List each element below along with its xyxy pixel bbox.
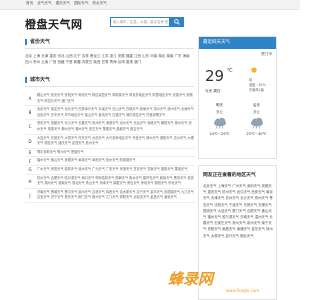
city-row-letter: D	[28, 138, 32, 144]
cloud-icon	[213, 117, 226, 129]
city-row-links[interactable]: 鞍山天气 安庆天气 安阳天气 阿坝天气 阿拉善盟天气 阿勒泰天气 阿克苏地区天气…	[35, 92, 195, 105]
top-nav: 首页 全气天气 重庆天气 国际天气 热点天气	[26, 1, 107, 6]
forecast-day-label: 明天	[215, 103, 224, 107]
today-label: 今天 周日	[205, 89, 221, 93]
city-row-letter: B	[28, 110, 32, 116]
forecast-day: 后天 多云 25℃~30℃	[240, 103, 273, 136]
current-temp: 29	[205, 67, 225, 85]
wind: 东南风2级	[249, 88, 264, 92]
site-logo[interactable]: 橙盘天气网	[25, 16, 83, 32]
city-row-links[interactable]: 鄂尔多斯天气 鄂州天气 恩施天气	[35, 149, 195, 157]
top-nav-international[interactable]: 国际天气	[74, 1, 88, 6]
weather-card: 最近四天天气 厦门市 29 ℃ 晴 湿度：62% 东南风2级 今天 周日 明天 …	[198, 36, 277, 159]
weather-card-title: 最近四天天气	[199, 37, 276, 49]
city-row-links[interactable]: 济南天气 晋城天气 晋中天气 锦州天气 吉林天气 鸡西天气 佳木斯天气 嘉兴天气…	[35, 189, 195, 202]
city-row: A 鞍山天气 安庆天气 安阳天气 阿坝天气 阿拉善盟天气 阿勒泰天气 阿克苏地区天…	[25, 92, 195, 107]
city-row-letter: F	[28, 158, 32, 164]
city-row: F 福州天气 佛山天气 抚顺天气 阜新天气 阜阳天气 抚州天气 防城港天气	[25, 157, 195, 166]
city-row-letter: J	[29, 192, 31, 198]
top-nav-hot[interactable]: 热点天气	[92, 1, 106, 6]
city-row: J 济南天气 晋城天气 晋中天气 锦州天气 吉林天气 鸡西天气 佳木斯天气 嘉兴天…	[25, 189, 195, 203]
city-section-title: 城市天气	[25, 77, 50, 83]
forecast-temp: 25℃~30℃	[246, 132, 267, 136]
sun-icon	[251, 67, 257, 73]
city-row-links[interactable]: 大连天气 东莞天气 大同天气 丹东天气 大庆天气 大兴安岭地区天气 东营天气 德…	[35, 135, 195, 148]
city-row: G 广州天气 贵阳天气 桂林天气 赣州天气 广元天气 广安天气 贵港天气 甘孜天气…	[25, 166, 195, 175]
cloud-icon	[250, 117, 263, 129]
city-row-links[interactable]: 广州天气 贵阳天气 桂林天气 赣州天气 广元天气 广安天气 贵港天气 甘孜天气 …	[35, 166, 195, 174]
city-row-letter: A	[28, 96, 32, 102]
city-row-links[interactable]: 重庆天气 成都天气 长沙天气 长春天气 常州天气 承德天气 沧州天气 长治天气 …	[35, 120, 195, 133]
city-row: D 大连天气 东莞天气 大同天气 丹东天气 大庆天气 大兴安岭地区天气 东营天气 …	[25, 135, 195, 149]
watermark-url: www.fenglu.com	[226, 288, 260, 293]
top-nav-chongqing[interactable]: 重庆天气	[56, 1, 70, 6]
forecast-day-label: 后天	[252, 103, 261, 107]
search-icon	[174, 19, 180, 25]
city-row: C 重庆天气 成都天气 长沙天气 长春天气 常州天气 承德天气 沧州天气 长治天气…	[25, 120, 195, 135]
forecast-temp: 24℃~29℃	[209, 132, 230, 136]
temp-unit: ℃	[227, 68, 233, 74]
divider	[25, 86, 194, 87]
city-row-links[interactable]: 杭州天气 合肥天气 哈尔滨天气 海口天气 呼和浩特天气 邯郸天气 衡水天气 葫芦…	[35, 175, 195, 188]
watermark-logo: 蜂录网	[168, 270, 214, 288]
current-city: 厦门市	[261, 52, 272, 56]
province-section-title: 省份天气	[25, 39, 50, 45]
forecast-day: 明天 多云 24℃~29℃	[203, 103, 236, 136]
forecast-condition: 多云	[216, 110, 223, 114]
top-nav-home[interactable]: 首页	[26, 1, 33, 6]
city-row-links[interactable]: 北京天气 保定天气 包头天气 巴彦淖尔天气 本溪天气 白山天气 白城天气 蚌埠天…	[35, 106, 195, 119]
city-row-links[interactable]: 福州天气 佛山天气 抚顺天气 阜新天气 阜阳天气 抚州天气 防城港天气	[35, 157, 195, 165]
city-row: E 鄂尔多斯天气 鄂州天气 恩施天气	[25, 149, 195, 158]
city-list: A 鞍山天气 安庆天气 安阳天气 阿坝天气 阿拉善盟天气 阿勒泰天气 阿克苏地区天…	[25, 92, 195, 203]
search-input[interactable]: 输入城市、区县、乡镇、景点名称 查天气	[110, 17, 170, 27]
top-nav-weather[interactable]: 全气天气	[37, 1, 51, 6]
popular-areas-list[interactable]: 北京天气 上海天气 广州天气 深圳天气 成都天气 重庆天气 杭州天气 武汉天气 …	[199, 178, 276, 239]
city-row-letter: E	[28, 150, 32, 156]
city-row: H 杭州天气 合肥天气 哈尔滨天气 海口天气 呼和浩特天气 邯郸天气 衡水天气 葫…	[25, 175, 195, 189]
city-row-letter: H	[28, 178, 32, 184]
province-list[interactable]: 北京 上海 天津 重庆 河北 山西 辽宁 吉林 黑龙江 江苏 浙江 安徽 福建 …	[25, 53, 191, 66]
forecast-condition: 多云	[253, 110, 260, 114]
search-button[interactable]	[170, 17, 184, 27]
divider	[25, 48, 194, 49]
city-row-letter: C	[28, 124, 32, 130]
popular-areas-title: 网友正在查看的地区天气	[203, 173, 256, 178]
city-row: B 北京天气 保定天气 包头天气 巴彦淖尔天气 本溪天气 白山天气 白城天气 蚌埠…	[25, 106, 195, 121]
city-row-letter: G	[28, 167, 32, 173]
